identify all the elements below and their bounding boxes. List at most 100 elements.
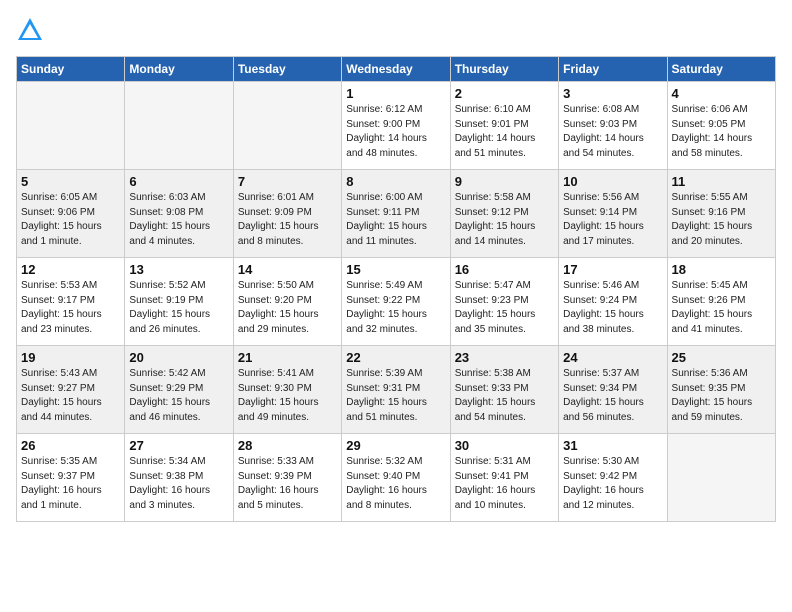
day-info: Sunrise: 6:06 AM Sunset: 9:05 PM Dayligh… bbox=[672, 103, 771, 161]
day-info: Sunrise: 5:34 AM Sunset: 9:38 PM Dayligh… bbox=[129, 455, 228, 513]
day-number: 5 bbox=[21, 174, 120, 189]
day-info: Sunrise: 5:58 AM Sunset: 9:12 PM Dayligh… bbox=[455, 191, 554, 249]
day-number: 24 bbox=[563, 350, 662, 365]
day-header: Monday bbox=[125, 57, 233, 82]
day-header: Thursday bbox=[450, 57, 558, 82]
day-number: 12 bbox=[21, 262, 120, 277]
calendar-cell: 19 Sunrise: 5:43 AM Sunset: 9:27 PM Dayli… bbox=[17, 346, 125, 434]
day-info: Sunrise: 6:03 AM Sunset: 9:08 PM Dayligh… bbox=[129, 191, 228, 249]
day-number: 17 bbox=[563, 262, 662, 277]
day-number: 13 bbox=[129, 262, 228, 277]
day-info: Sunrise: 6:00 AM Sunset: 9:11 PM Dayligh… bbox=[346, 191, 445, 249]
page-header bbox=[16, 16, 776, 44]
day-number: 20 bbox=[129, 350, 228, 365]
calendar-cell: 9 Sunrise: 5:58 AM Sunset: 9:12 PM Daylig… bbox=[450, 170, 558, 258]
calendar-cell bbox=[17, 82, 125, 170]
day-number: 26 bbox=[21, 438, 120, 453]
day-number: 30 bbox=[455, 438, 554, 453]
calendar-cell: 27 Sunrise: 5:34 AM Sunset: 9:38 PM Dayli… bbox=[125, 434, 233, 522]
calendar-cell: 4 Sunrise: 6:06 AM Sunset: 9:05 PM Daylig… bbox=[667, 82, 775, 170]
day-number: 22 bbox=[346, 350, 445, 365]
day-info: Sunrise: 5:33 AM Sunset: 9:39 PM Dayligh… bbox=[238, 455, 337, 513]
day-number: 7 bbox=[238, 174, 337, 189]
calendar-cell: 17Sunrise: 5:46 AM Sunset: 9:24 PM Dayli… bbox=[559, 258, 667, 346]
calendar-cell: 15 Sunrise: 5:49 AM Sunset: 9:22 PM Dayli… bbox=[342, 258, 450, 346]
day-number: 28 bbox=[238, 438, 337, 453]
day-info: Sunrise: 5:39 AM Sunset: 9:31 PM Dayligh… bbox=[346, 367, 445, 425]
day-number: 27 bbox=[129, 438, 228, 453]
calendar-week-row: 12 Sunrise: 5:53 AM Sunset: 9:17 PM Dayli… bbox=[17, 258, 776, 346]
calendar-cell: 16Sunrise: 5:47 AM Sunset: 9:23 PM Dayli… bbox=[450, 258, 558, 346]
calendar-cell: 7 Sunrise: 6:01 AM Sunset: 9:09 PM Daylig… bbox=[233, 170, 341, 258]
day-number: 18 bbox=[672, 262, 771, 277]
calendar-cell: 2Sunrise: 6:10 AM Sunset: 9:01 PM Daylig… bbox=[450, 82, 558, 170]
day-number: 4 bbox=[672, 86, 771, 101]
day-info: Sunrise: 6:12 AM Sunset: 9:00 PM Dayligh… bbox=[346, 103, 445, 161]
day-number: 11 bbox=[672, 174, 771, 189]
day-number: 19 bbox=[21, 350, 120, 365]
calendar-cell: 21 Sunrise: 5:41 AM Sunset: 9:30 PM Dayli… bbox=[233, 346, 341, 434]
calendar-cell: 22 Sunrise: 5:39 AM Sunset: 9:31 PM Dayli… bbox=[342, 346, 450, 434]
calendar-cell: 1 Sunrise: 6:12 AM Sunset: 9:00 PM Daylig… bbox=[342, 82, 450, 170]
calendar-week-row: 5Sunrise: 6:05 AM Sunset: 9:06 PM Daylig… bbox=[17, 170, 776, 258]
day-info: Sunrise: 5:42 AM Sunset: 9:29 PM Dayligh… bbox=[129, 367, 228, 425]
day-info: Sunrise: 5:47 AM Sunset: 9:23 PM Dayligh… bbox=[455, 279, 554, 337]
day-header: Wednesday bbox=[342, 57, 450, 82]
day-number: 15 bbox=[346, 262, 445, 277]
calendar-cell: 6 Sunrise: 6:03 AM Sunset: 9:08 PM Daylig… bbox=[125, 170, 233, 258]
logo-icon bbox=[16, 16, 44, 44]
day-info: Sunrise: 5:41 AM Sunset: 9:30 PM Dayligh… bbox=[238, 367, 337, 425]
calendar-cell: 18Sunrise: 5:45 AM Sunset: 9:26 PM Dayli… bbox=[667, 258, 775, 346]
calendar-cell: 24 Sunrise: 5:37 AM Sunset: 9:34 PM Dayli… bbox=[559, 346, 667, 434]
calendar-table: SundayMondayTuesdayWednesdayThursdayFrid… bbox=[16, 56, 776, 522]
day-info: Sunrise: 5:43 AM Sunset: 9:27 PM Dayligh… bbox=[21, 367, 120, 425]
day-number: 14 bbox=[238, 262, 337, 277]
logo bbox=[16, 16, 46, 44]
calendar-cell: 13 Sunrise: 5:52 AM Sunset: 9:19 PM Dayli… bbox=[125, 258, 233, 346]
calendar-cell: 31 Sunrise: 5:30 AM Sunset: 9:42 PM Dayli… bbox=[559, 434, 667, 522]
day-info: Sunrise: 6:10 AM Sunset: 9:01 PM Dayligh… bbox=[455, 103, 554, 161]
calendar-cell: 11Sunrise: 5:55 AM Sunset: 9:16 PM Dayli… bbox=[667, 170, 775, 258]
day-info: Sunrise: 5:30 AM Sunset: 9:42 PM Dayligh… bbox=[563, 455, 662, 513]
day-info: Sunrise: 5:52 AM Sunset: 9:19 PM Dayligh… bbox=[129, 279, 228, 337]
day-number: 9 bbox=[455, 174, 554, 189]
calendar-cell: 23 Sunrise: 5:38 AM Sunset: 9:33 PM Dayli… bbox=[450, 346, 558, 434]
day-info: Sunrise: 5:49 AM Sunset: 9:22 PM Dayligh… bbox=[346, 279, 445, 337]
calendar-cell: 30Sunrise: 5:31 AM Sunset: 9:41 PM Dayli… bbox=[450, 434, 558, 522]
calendar-cell: 26 Sunrise: 5:35 AM Sunset: 9:37 PM Dayli… bbox=[17, 434, 125, 522]
calendar-cell: 8 Sunrise: 6:00 AM Sunset: 9:11 PM Daylig… bbox=[342, 170, 450, 258]
day-number: 25 bbox=[672, 350, 771, 365]
calendar-week-row: 26 Sunrise: 5:35 AM Sunset: 9:37 PM Dayli… bbox=[17, 434, 776, 522]
calendar-cell: 20 Sunrise: 5:42 AM Sunset: 9:29 PM Dayli… bbox=[125, 346, 233, 434]
calendar-cell: 12 Sunrise: 5:53 AM Sunset: 9:17 PM Dayli… bbox=[17, 258, 125, 346]
calendar-week-row: 19 Sunrise: 5:43 AM Sunset: 9:27 PM Dayli… bbox=[17, 346, 776, 434]
calendar-cell: 10Sunrise: 5:56 AM Sunset: 9:14 PM Dayli… bbox=[559, 170, 667, 258]
calendar-cell: 3 Sunrise: 6:08 AM Sunset: 9:03 PM Daylig… bbox=[559, 82, 667, 170]
day-info: Sunrise: 6:08 AM Sunset: 9:03 PM Dayligh… bbox=[563, 103, 662, 161]
day-number: 1 bbox=[346, 86, 445, 101]
day-header: Saturday bbox=[667, 57, 775, 82]
day-info: Sunrise: 5:36 AM Sunset: 9:35 PM Dayligh… bbox=[672, 367, 771, 425]
day-info: Sunrise: 5:32 AM Sunset: 9:40 PM Dayligh… bbox=[346, 455, 445, 513]
day-header: Tuesday bbox=[233, 57, 341, 82]
calendar-cell: 29 Sunrise: 5:32 AM Sunset: 9:40 PM Dayli… bbox=[342, 434, 450, 522]
day-number: 6 bbox=[129, 174, 228, 189]
day-info: Sunrise: 6:01 AM Sunset: 9:09 PM Dayligh… bbox=[238, 191, 337, 249]
day-number: 3 bbox=[563, 86, 662, 101]
calendar-cell bbox=[233, 82, 341, 170]
day-info: Sunrise: 5:53 AM Sunset: 9:17 PM Dayligh… bbox=[21, 279, 120, 337]
day-number: 29 bbox=[346, 438, 445, 453]
calendar-cell bbox=[125, 82, 233, 170]
calendar-cell bbox=[667, 434, 775, 522]
day-number: 8 bbox=[346, 174, 445, 189]
calendar-cell: 5Sunrise: 6:05 AM Sunset: 9:06 PM Daylig… bbox=[17, 170, 125, 258]
day-info: Sunrise: 5:38 AM Sunset: 9:33 PM Dayligh… bbox=[455, 367, 554, 425]
day-info: Sunrise: 5:35 AM Sunset: 9:37 PM Dayligh… bbox=[21, 455, 120, 513]
day-info: Sunrise: 5:50 AM Sunset: 9:20 PM Dayligh… bbox=[238, 279, 337, 337]
day-number: 23 bbox=[455, 350, 554, 365]
day-info: Sunrise: 5:37 AM Sunset: 9:34 PM Dayligh… bbox=[563, 367, 662, 425]
calendar-cell: 14 Sunrise: 5:50 AM Sunset: 9:20 PM Dayli… bbox=[233, 258, 341, 346]
day-header: Sunday bbox=[17, 57, 125, 82]
day-number: 31 bbox=[563, 438, 662, 453]
day-number: 21 bbox=[238, 350, 337, 365]
